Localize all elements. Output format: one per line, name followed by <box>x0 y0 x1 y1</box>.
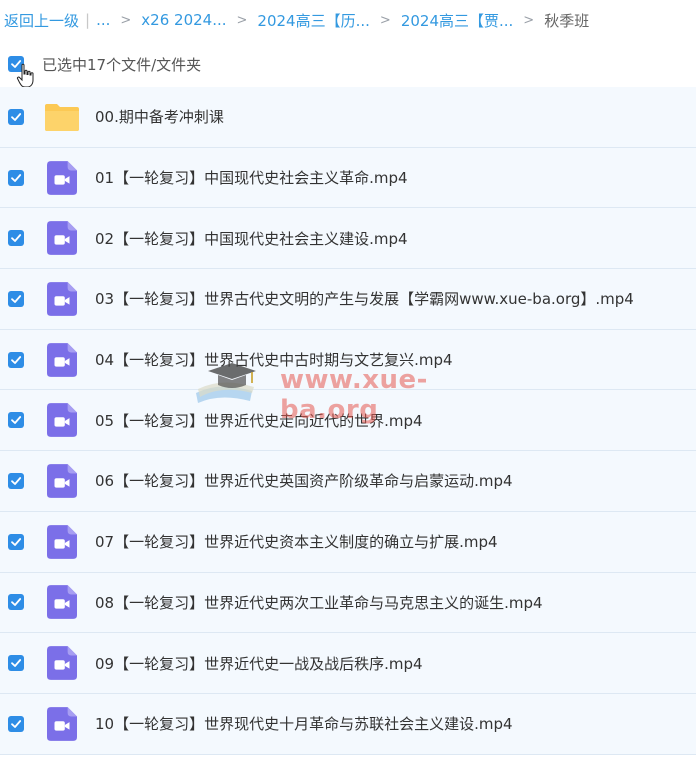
list-item[interactable]: 01【一轮复习】中国现代史社会主义革命.mp4 <box>0 147 696 209</box>
file-name[interactable]: 00.期中备考冲刺课 <box>95 106 224 127</box>
breadcrumb-current: 秋季班 <box>544 11 590 30</box>
list-item[interactable]: 09【一轮复习】世界近代史一战及战后秩序.mp4 <box>0 633 696 694</box>
list-item[interactable]: 03【一轮复习】世界古代史文明的产生与发展【学霸网www.xue-ba.org】… <box>0 269 696 330</box>
hand-cursor-icon <box>16 63 34 88</box>
list-item[interactable]: 00.期中备考冲刺课 <box>0 87 696 148</box>
row-checkbox[interactable] <box>8 412 24 429</box>
row-checkbox[interactable] <box>8 230 24 247</box>
file-name[interactable]: 07【一轮复习】世界近代史资本主义制度的确立与扩展.mp4 <box>95 531 498 552</box>
list-item[interactable]: 07【一轮复习】世界近代史资本主义制度的确立与扩展.mp4 <box>0 511 696 573</box>
file-list: 00.期中备考冲刺课 01【一轮复习】中国现代史社会主义革命.mp4 02【一轮… <box>0 87 696 755</box>
video-file-icon <box>44 402 80 438</box>
row-checkbox[interactable] <box>8 655 24 672</box>
file-name[interactable]: 03【一轮复习】世界古代史文明的产生与发展【学霸网www.xue-ba.org】… <box>95 288 634 309</box>
video-file-icon <box>44 645 80 681</box>
check-icon <box>11 112 22 121</box>
chevron-right-icon: > <box>523 12 535 28</box>
chevron-right-icon: > <box>120 12 132 28</box>
file-name[interactable]: 09【一轮复习】世界近代史一战及战后秩序.mp4 <box>95 653 423 674</box>
check-icon <box>11 173 22 182</box>
list-item[interactable]: 06【一轮复习】世界近代史英国资产阶级革命与启蒙运动.mp4 <box>0 451 696 512</box>
file-name[interactable]: 05【一轮复习】世界近代史走向近代的世界.mp4 <box>95 410 423 431</box>
breadcrumb-item[interactable]: 2024高三【贾... <box>401 10 513 31</box>
list-item[interactable]: 02【一轮复习】中国现代史社会主义建设.mp4 <box>0 208 696 270</box>
check-icon <box>11 234 22 243</box>
row-checkbox[interactable] <box>8 594 24 611</box>
file-name[interactable]: 01【一轮复习】中国现代史社会主义革命.mp4 <box>95 167 408 188</box>
file-name[interactable]: 06【一轮复习】世界近代史英国资产阶级革命与启蒙运动.mp4 <box>95 470 513 491</box>
check-icon <box>11 295 22 303</box>
video-file-icon <box>44 220 80 256</box>
file-name[interactable]: 08【一轮复习】世界近代史两次工业革命与马克思主义的诞生.mp4 <box>95 592 543 613</box>
breadcrumb: 返回上一级 | ... > x26 2024... > 2024高三【历... … <box>4 0 694 40</box>
video-file-icon <box>44 160 80 196</box>
selection-bar: 已选中17个文件/文件夹 <box>0 44 696 84</box>
check-icon <box>11 537 22 546</box>
breadcrumb-ellipsis[interactable]: ... <box>96 11 110 29</box>
selection-count: 已选中17个文件/文件夹 <box>42 55 202 74</box>
list-item[interactable]: 10【一轮复习】世界现代史十月革命与苏联社会主义建设.mp4 <box>0 693 696 755</box>
row-checkbox[interactable] <box>8 533 24 550</box>
breadcrumb-item[interactable]: 2024高三【历... <box>257 10 369 31</box>
file-name[interactable]: 04【一轮复习】世界古代史中古时期与文艺复兴.mp4 <box>95 349 453 370</box>
check-icon <box>11 659 22 667</box>
folder-icon <box>44 99 80 135</box>
row-checkbox[interactable] <box>8 290 24 307</box>
check-icon <box>11 598 22 607</box>
check-icon <box>11 477 22 485</box>
check-icon <box>11 416 22 425</box>
chevron-right-icon: > <box>236 12 248 28</box>
video-file-icon <box>44 463 80 499</box>
list-item[interactable]: 04【一轮复习】世界古代史中古时期与文艺复兴.mp4 <box>0 329 696 391</box>
breadcrumb-divider: | <box>85 11 91 29</box>
row-checkbox[interactable] <box>8 472 24 489</box>
back-link[interactable]: 返回上一级 <box>4 10 79 31</box>
list-item[interactable]: 05【一轮复习】世界近代史走向近代的世界.mp4 <box>0 390 696 452</box>
check-icon <box>11 355 22 364</box>
video-file-icon <box>44 524 80 560</box>
video-file-icon <box>44 706 80 742</box>
row-checkbox[interactable] <box>8 108 24 125</box>
row-checkbox[interactable] <box>8 169 24 186</box>
video-file-icon <box>44 281 80 317</box>
breadcrumb-item[interactable]: x26 2024... <box>141 11 226 29</box>
file-name[interactable]: 10【一轮复习】世界现代史十月革命与苏联社会主义建设.mp4 <box>95 713 513 734</box>
video-file-icon <box>44 342 80 378</box>
video-file-icon <box>44 584 80 620</box>
row-checkbox[interactable] <box>8 715 24 732</box>
row-checkbox[interactable] <box>8 351 24 368</box>
list-item[interactable]: 08【一轮复习】世界近代史两次工业革命与马克思主义的诞生.mp4 <box>0 572 696 634</box>
chevron-right-icon: > <box>379 12 391 28</box>
check-icon <box>11 719 22 728</box>
file-name[interactable]: 02【一轮复习】中国现代史社会主义建设.mp4 <box>95 228 408 249</box>
